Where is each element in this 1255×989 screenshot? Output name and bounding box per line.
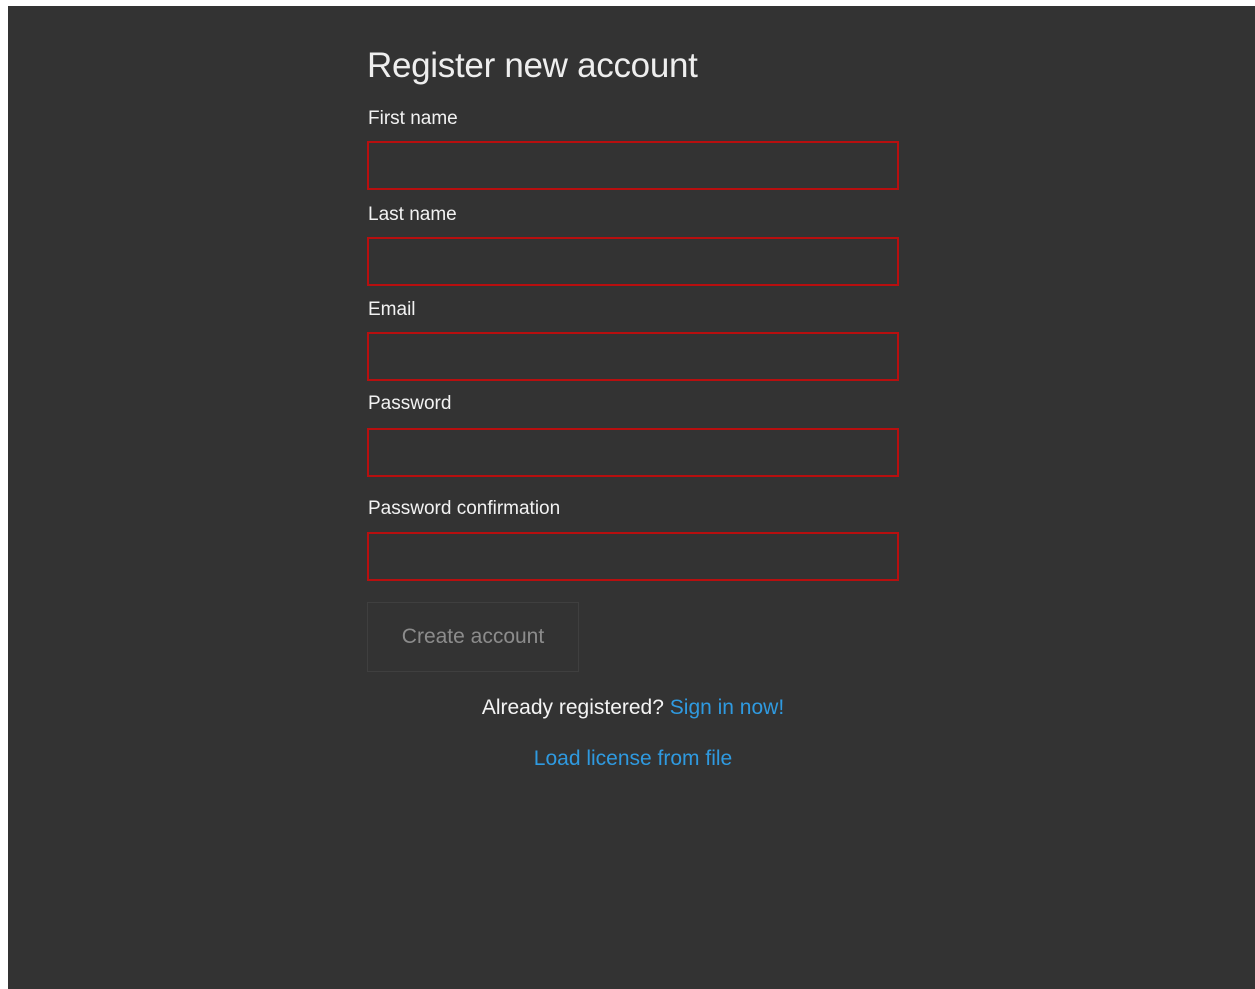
page-title: Register new account: [367, 46, 698, 85]
first-name-input[interactable]: [367, 141, 899, 190]
password-confirmation-input[interactable]: [367, 532, 899, 581]
create-account-button[interactable]: Create account: [367, 602, 579, 672]
password-input[interactable]: [367, 428, 899, 477]
password-confirmation-label: Password confirmation: [368, 498, 561, 519]
password-label: Password: [368, 393, 452, 414]
already-registered-text: Already registered?: [481, 696, 664, 719]
last-name-label: Last name: [368, 204, 457, 225]
signin-row: Already registered? Sign in now!: [367, 694, 899, 722]
email-label: Email: [368, 299, 416, 320]
sign-in-link[interactable]: Sign in now!: [670, 696, 784, 719]
last-name-input[interactable]: [367, 237, 899, 286]
load-license-link[interactable]: Load license from file: [534, 747, 732, 770]
email-input[interactable]: [367, 332, 899, 381]
first-name-label: First name: [368, 108, 458, 129]
license-row: Load license from file: [367, 745, 899, 773]
app-window: Register new account First name Last nam…: [8, 6, 1255, 989]
